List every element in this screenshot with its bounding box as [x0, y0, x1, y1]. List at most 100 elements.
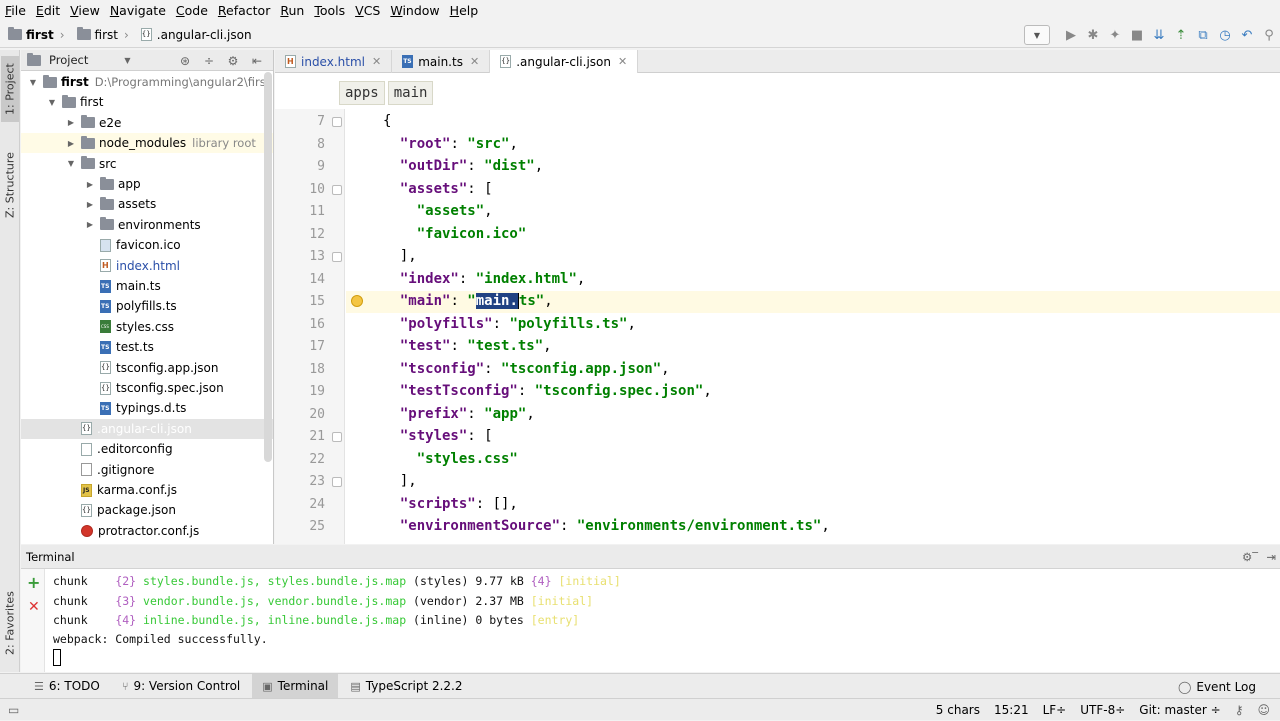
- inspection-icon[interactable]: ☺: [1257, 703, 1270, 717]
- tree-item[interactable]: karma.conf.js: [21, 480, 273, 500]
- collapsed-arrow-icon[interactable]: ▶: [65, 118, 77, 127]
- json-crumb-main[interactable]: main: [387, 81, 434, 105]
- editor-tab[interactable]: main.ts ✕: [392, 50, 491, 73]
- collapsed-arrow-icon[interactable]: ▶: [84, 220, 96, 229]
- tree-item[interactable]: .angular-cli.json: [21, 418, 273, 439]
- fold-marker-icon[interactable]: [332, 432, 342, 442]
- expanded-arrow-icon[interactable]: ▼: [46, 98, 58, 107]
- tree-item[interactable]: ▶ environments: [21, 215, 273, 235]
- search-everywhere-icon[interactable]: ⚲: [1258, 24, 1280, 46]
- fold-marker-icon[interactable]: [332, 117, 342, 127]
- code-line[interactable]: "polyfills": "polyfills.ts",: [383, 316, 636, 332]
- tree-item[interactable]: test.ts: [21, 337, 273, 357]
- tree-item[interactable]: ▶ node_modules library root: [21, 133, 273, 154]
- expanded-arrow-icon[interactable]: ▼: [65, 159, 77, 168]
- code-line[interactable]: "tsconfig": "tsconfig.app.json",: [383, 361, 670, 377]
- fold-marker-icon[interactable]: [332, 477, 342, 487]
- code-line[interactable]: "prefix": "app",: [383, 406, 535, 422]
- menu-view[interactable]: View: [70, 3, 106, 18]
- tree-item[interactable]: ▼ first: [21, 92, 273, 112]
- bottom-tab[interactable]: ▣ Terminal: [252, 673, 339, 699]
- vcs-compare-icon[interactable]: ⧉: [1192, 24, 1214, 46]
- code-line[interactable]: "styles.css": [383, 451, 518, 467]
- menu-code[interactable]: Code: [176, 3, 214, 18]
- tree-item[interactable]: ▼ first D:\Programming\angular2\first: [21, 72, 273, 92]
- file-encoding[interactable]: UTF-8÷: [1080, 703, 1125, 717]
- menu-navigate[interactable]: Navigate: [110, 3, 172, 18]
- code-line[interactable]: "index": "index.html",: [383, 271, 585, 287]
- bottom-tab[interactable]: ⑂ 9: Version Control: [112, 674, 250, 699]
- code-line[interactable]: "favicon.ico": [383, 226, 527, 242]
- stop-icon[interactable]: ■: [1126, 24, 1148, 46]
- tree-item[interactable]: ▶ assets: [21, 194, 273, 214]
- tree-item[interactable]: .editorconfig: [21, 439, 273, 459]
- hide-panel-icon[interactable]: ⇤: [245, 54, 269, 68]
- collapsed-arrow-icon[interactable]: ▶: [65, 139, 77, 148]
- event-log-button[interactable]: ◯ Event Log: [1178, 674, 1256, 699]
- bottom-tab[interactable]: ▤ TypeScript 2.2.2: [340, 674, 472, 699]
- menu-edit[interactable]: Edit: [36, 3, 66, 18]
- menu-run[interactable]: Run: [280, 3, 310, 18]
- tree-item[interactable]: tsconfig.spec.json: [21, 378, 273, 398]
- code-line[interactable]: "scripts": [],: [383, 496, 518, 512]
- code-line[interactable]: "main": "main.ts",: [383, 293, 553, 309]
- editor-tab[interactable]: index.html ✕: [275, 50, 393, 73]
- structure-tool-tab[interactable]: Z: Structure: [1, 146, 19, 224]
- tree-item[interactable]: ▶ e2e: [21, 113, 273, 133]
- settings-gear-icon[interactable]: ⚙: [221, 54, 245, 68]
- code-line[interactable]: "assets",: [383, 203, 493, 219]
- tree-item[interactable]: styles.css: [21, 317, 273, 337]
- project-scrollbar[interactable]: [264, 72, 272, 462]
- breadcrumb-file[interactable]: .angular-cli.json: [140, 28, 252, 42]
- tree-item[interactable]: .gitignore: [21, 460, 273, 480]
- terminal-output[interactable]: + ✕ chunk {2} styles.bundle.js, styles.b…: [21, 569, 1280, 672]
- code-line[interactable]: "root": "src",: [383, 136, 518, 152]
- debug-icon[interactable]: ✱: [1082, 24, 1104, 46]
- scroll-from-source-icon[interactable]: ⊛: [173, 54, 197, 68]
- breadcrumb-root[interactable]: first ›: [8, 27, 71, 42]
- tree-item[interactable]: protractor.conf.js: [21, 521, 273, 541]
- collapsed-arrow-icon[interactable]: ▶: [84, 200, 96, 209]
- code-line[interactable]: "styles": [: [383, 428, 493, 444]
- tree-item[interactable]: favicon.ico: [21, 235, 273, 255]
- editor-tab[interactable]: .angular-cli.json ✕: [490, 50, 639, 73]
- code-line[interactable]: "outDir": "dist",: [383, 158, 543, 174]
- code-line[interactable]: "testTsconfig": "tsconfig.spec.json",: [383, 383, 712, 399]
- menu-file[interactable]: File: [5, 3, 32, 18]
- bottom-tab[interactable]: ☰ 6: TODO: [24, 674, 110, 699]
- vcs-history-icon[interactable]: ◷: [1214, 24, 1236, 46]
- code-line[interactable]: "test": "test.ts",: [383, 338, 552, 354]
- menu-tools[interactable]: Tools: [314, 3, 351, 18]
- code-line[interactable]: ],: [383, 473, 417, 489]
- fold-marker-icon[interactable]: [332, 252, 342, 262]
- tree-item[interactable]: tsconfig.app.json: [21, 358, 273, 378]
- close-tab-icon[interactable]: ✕: [618, 55, 627, 68]
- menu-window[interactable]: Window: [390, 3, 445, 18]
- close-session-icon[interactable]: ✕: [28, 599, 40, 615]
- expanded-arrow-icon[interactable]: ▼: [27, 78, 39, 87]
- run-config-dropdown[interactable]: ▼: [1024, 25, 1050, 45]
- fold-marker-icon[interactable]: [332, 184, 342, 195]
- close-tab-icon[interactable]: ✕: [372, 55, 381, 68]
- close-tab-icon[interactable]: ✕: [470, 55, 479, 68]
- tree-item[interactable]: index.html: [21, 256, 273, 276]
- collapse-all-icon[interactable]: ÷: [197, 54, 221, 68]
- menu-help[interactable]: Help: [450, 3, 485, 18]
- project-tool-tab[interactable]: 1: Project: [1, 56, 19, 122]
- coverage-icon[interactable]: ✦: [1104, 24, 1126, 46]
- tree-item[interactable]: main.ts: [21, 276, 273, 296]
- lock-icon[interactable]: ⚷: [1235, 703, 1244, 717]
- project-view-dropdown[interactable]: ▼: [124, 56, 130, 65]
- vcs-revert-icon[interactable]: ↶: [1236, 24, 1258, 46]
- tree-item[interactable]: package.json: [21, 500, 273, 520]
- caret-position[interactable]: 15:21: [994, 703, 1029, 717]
- code-line[interactable]: "environmentSource": "environments/envir…: [383, 518, 830, 534]
- menu-refactor[interactable]: Refactor: [218, 3, 276, 18]
- vcs-commit-icon[interactable]: ⇡: [1170, 24, 1192, 46]
- collapsed-arrow-icon[interactable]: ▶: [84, 180, 96, 189]
- code-line[interactable]: ],: [383, 248, 417, 264]
- terminal-settings-icon[interactable]: ⚙‾: [1242, 550, 1258, 564]
- tree-item[interactable]: ▶ app: [21, 174, 273, 194]
- hide-terminal-icon[interactable]: ⇥: [1266, 550, 1276, 564]
- menu-vcs[interactable]: VCS: [355, 3, 386, 18]
